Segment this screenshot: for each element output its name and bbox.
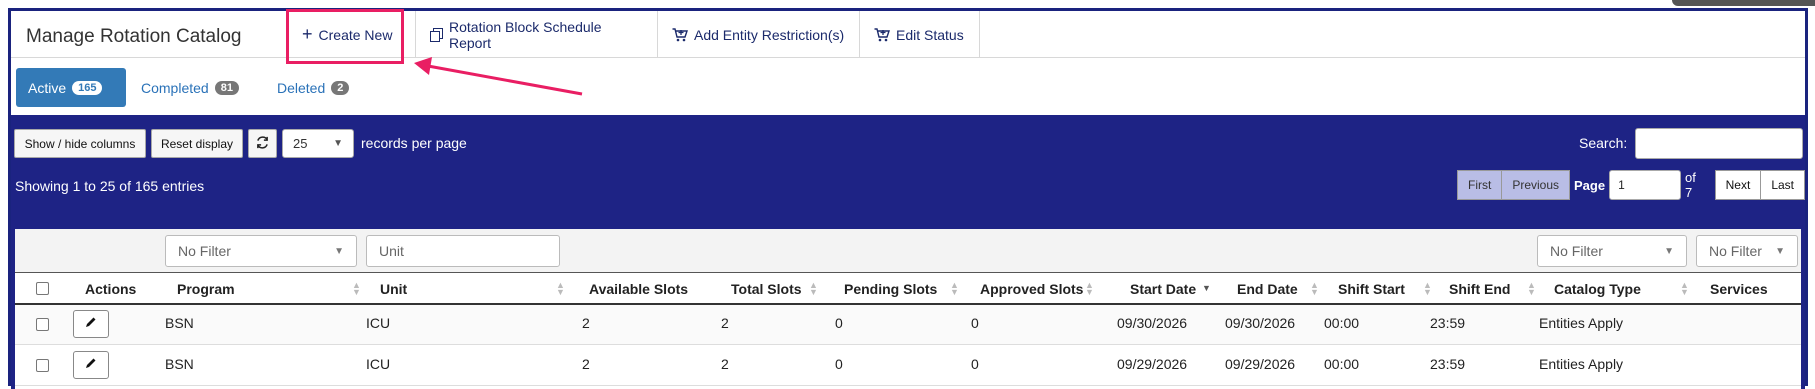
annotation-arrow [414, 57, 583, 96]
